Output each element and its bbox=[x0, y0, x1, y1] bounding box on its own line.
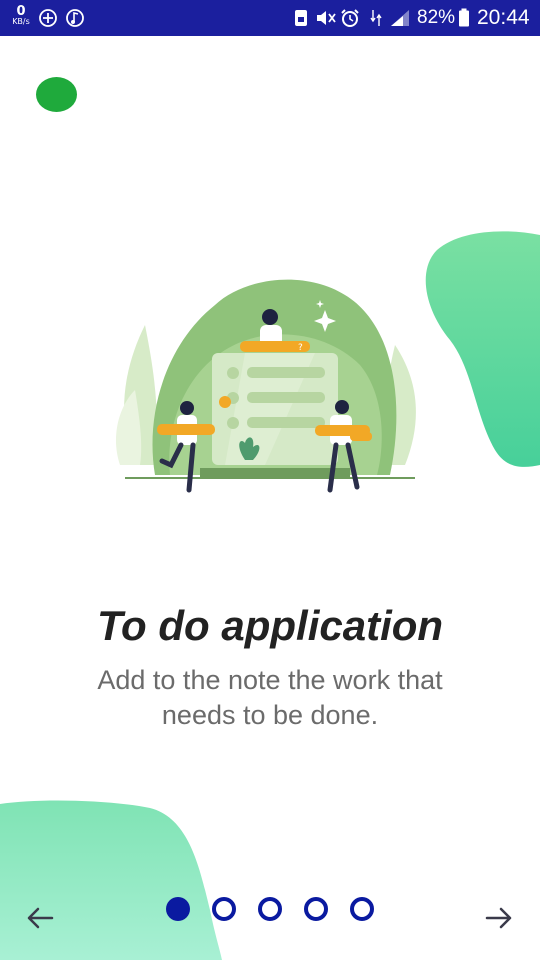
network-speed-unit: KB/s bbox=[12, 17, 30, 26]
page-indicator-4[interactable] bbox=[304, 897, 328, 921]
next-arrow-icon[interactable] bbox=[481, 900, 517, 936]
network-speed-value: 0 bbox=[16, 4, 26, 19]
onboarding-title: To do application bbox=[96, 602, 444, 649]
svg-text:?: ? bbox=[298, 343, 303, 353]
status-bar: 0 KB/s 82% 20:44 bbox=[0, 0, 540, 36]
data-saver-icon bbox=[39, 9, 57, 27]
blob-top-right bbox=[425, 231, 540, 467]
alarm-icon bbox=[341, 9, 359, 27]
network-speed: 0 KB/s bbox=[10, 4, 32, 27]
page-indicator-3[interactable] bbox=[258, 897, 282, 921]
page-indicator-1[interactable] bbox=[166, 897, 190, 921]
sim-lock-icon bbox=[295, 10, 307, 26]
page-indicator-2[interactable] bbox=[212, 897, 236, 921]
signal-icon bbox=[391, 10, 409, 26]
battery-icon bbox=[459, 8, 469, 27]
back-arrow-icon[interactable] bbox=[22, 900, 58, 936]
music-icon bbox=[66, 9, 84, 27]
blob-bottom-left bbox=[0, 800, 222, 960]
clock: 20:44 bbox=[477, 6, 530, 29]
brand-dot bbox=[36, 77, 77, 112]
data-arrows-icon bbox=[370, 10, 382, 26]
mute-icon bbox=[317, 11, 336, 25]
page-indicator-5[interactable] bbox=[350, 897, 374, 921]
battery-percent: 82% bbox=[417, 7, 456, 28]
todo-illustration: ? bbox=[115, 279, 416, 493]
onboarding-description: Add to the note the work that needs to b… bbox=[97, 665, 443, 730]
